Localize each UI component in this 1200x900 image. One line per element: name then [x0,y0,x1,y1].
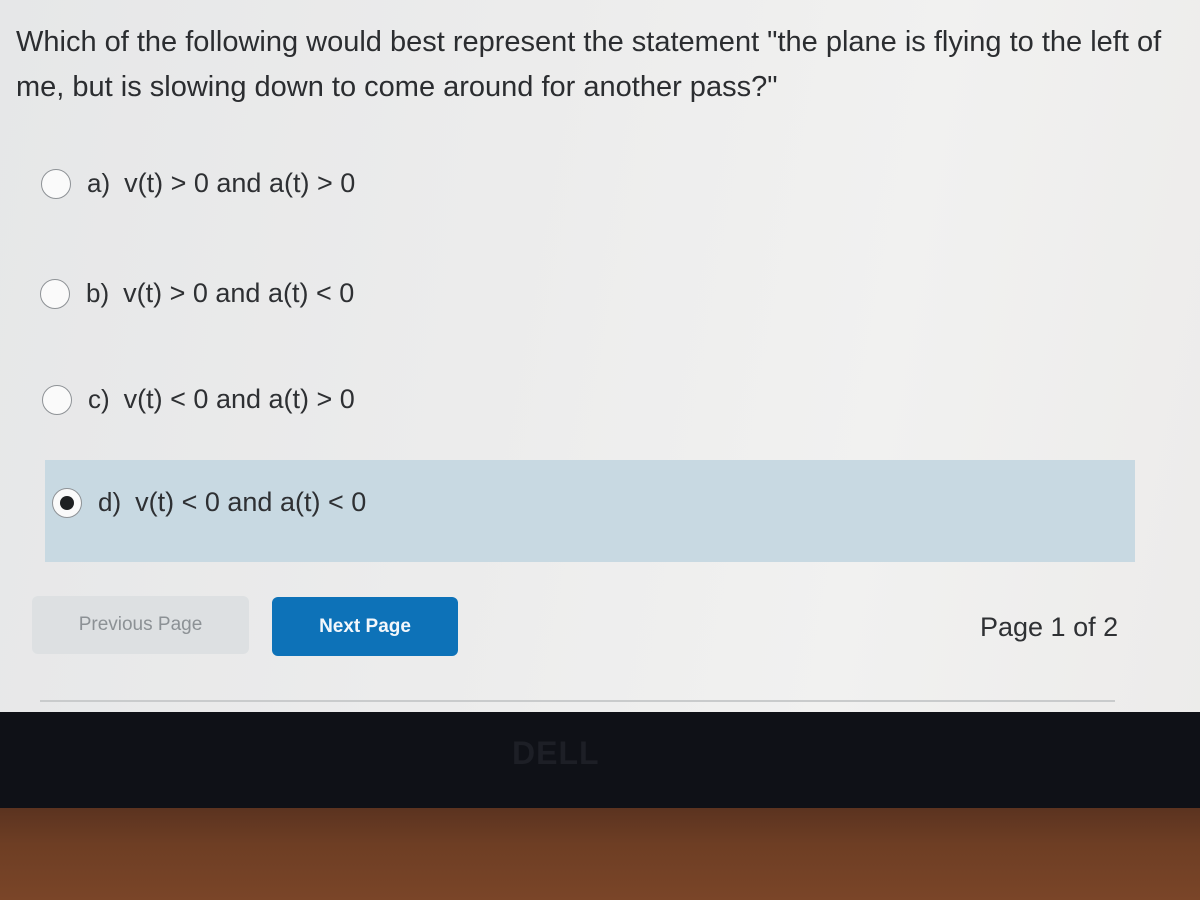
page-indicator: Page 1 of 2 [980,612,1119,642]
radio-button-c[interactable] [42,384,72,415]
option-letter: d) [98,487,122,517]
option-text: v(t) > 0 and a(t) < 0 [123,278,355,308]
option-c[interactable]: c) v(t) < 0 and a(t) > 0 [42,384,355,415]
radio-button-d[interactable] [52,487,82,518]
option-b[interactable]: b) v(t) > 0 and a(t) < 0 [40,278,354,309]
option-d[interactable]: d) v(t) < 0 and a(t) < 0 [52,487,366,518]
divider [40,700,1115,702]
next-page-button[interactable]: Next Page [272,597,458,656]
option-text: v(t) < 0 and a(t) < 0 [135,487,367,517]
option-letter: c) [88,384,110,414]
option-text: v(t) < 0 and a(t) > 0 [123,384,355,414]
option-text: v(t) > 0 and a(t) > 0 [124,168,356,198]
laptop-body [0,808,1200,900]
option-letter: b) [86,278,110,308]
option-letter: a) [87,168,111,198]
dell-logo: DELL [512,735,600,771]
previous-page-button[interactable]: Previous Page [32,596,249,654]
option-a[interactable]: a) v(t) > 0 and a(t) > 0 [41,168,355,199]
question-text: Which of the following would best repres… [16,26,1162,103]
radio-button-b[interactable] [40,278,70,309]
radio-button-a[interactable] [41,168,71,199]
radio-selected-dot [60,495,74,510]
monitor-bezel [0,712,1200,808]
